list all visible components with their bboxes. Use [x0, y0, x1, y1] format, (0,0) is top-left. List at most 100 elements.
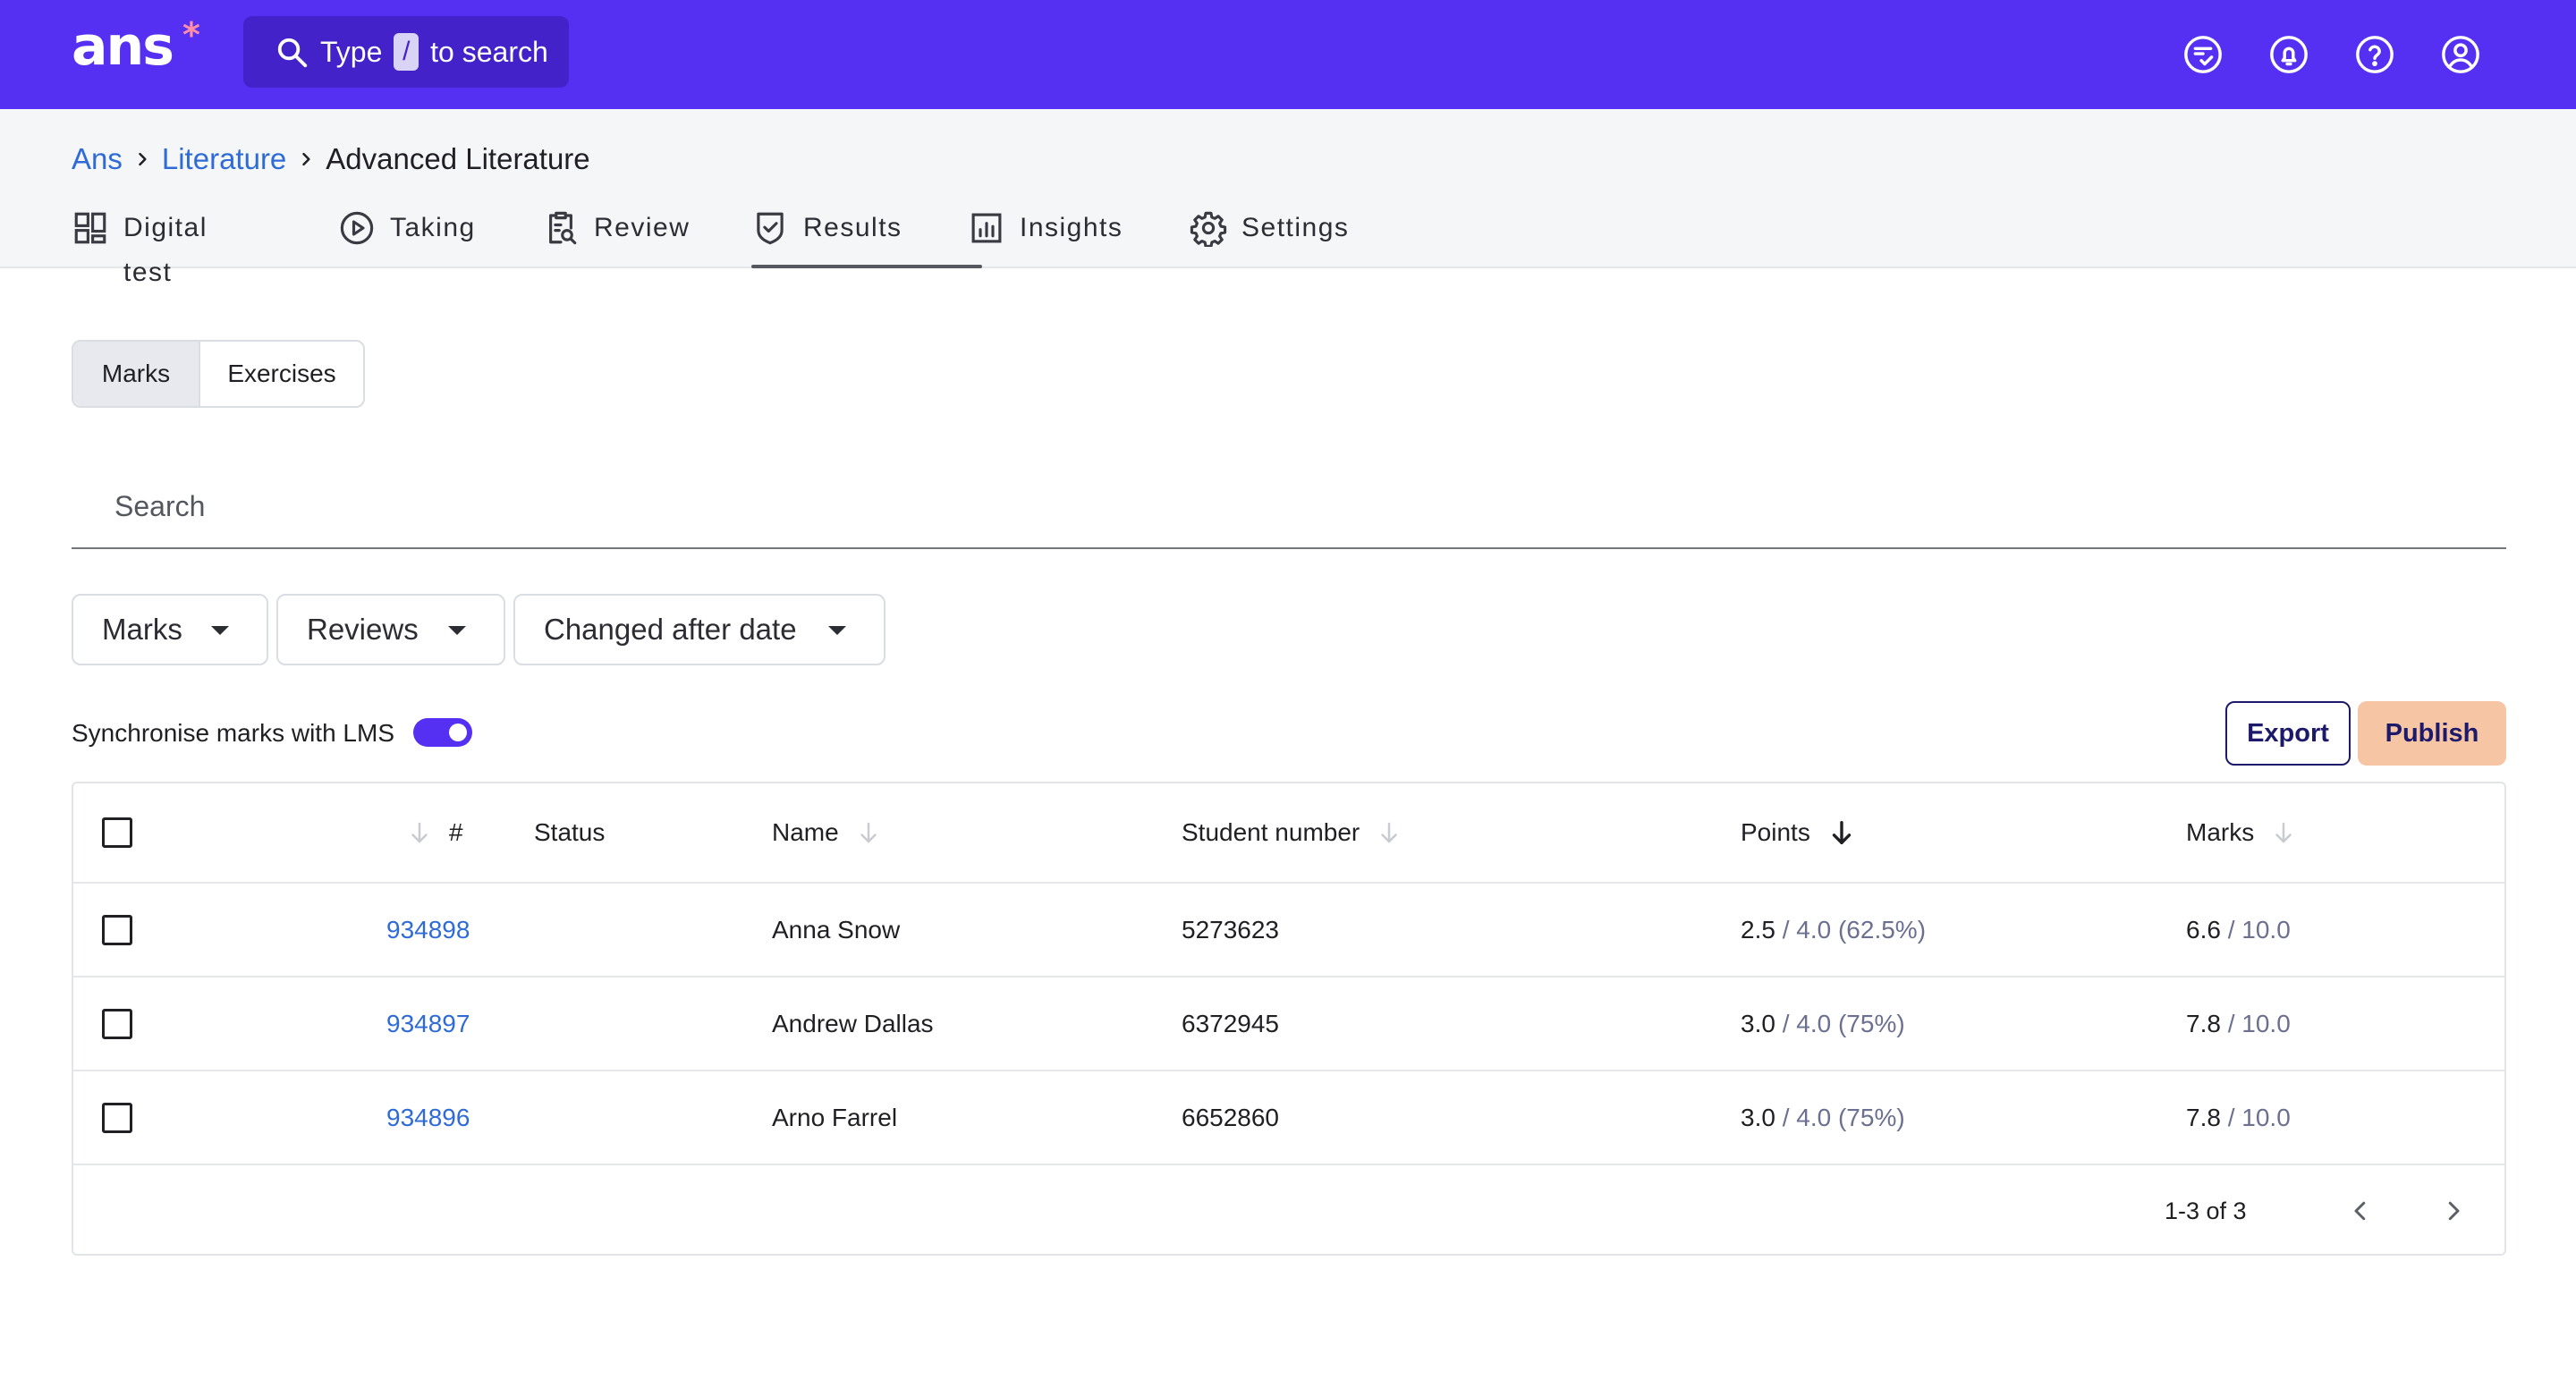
sort-arrow-active-icon	[1826, 817, 1857, 848]
breadcrumb-current: Advanced Literature	[326, 142, 590, 175]
notifications-icon[interactable]	[2268, 34, 2309, 75]
table-row[interactable]: 934897 Andrew Dallas 6372945 3.0 / 4.0 (…	[73, 978, 2504, 1071]
candidate-id-link[interactable]: 934896	[386, 1071, 470, 1164]
candidate-id-link[interactable]: 934898	[386, 884, 470, 976]
points-value: 2.5	[1741, 915, 1775, 944]
row-select-cell	[102, 978, 132, 1070]
table-row[interactable]: 934898 Anna Snow 5273623 2.5 / 4.0 (62.5…	[73, 884, 2504, 978]
caret-down-icon	[211, 626, 229, 635]
gear-icon	[1190, 209, 1227, 247]
row-checkbox[interactable]	[102, 1008, 132, 1039]
search-field	[72, 465, 2506, 549]
name-cell: Arno Farrel	[772, 1103, 898, 1131]
toggle-knob	[449, 724, 467, 741]
student-number-cell: 6372945	[1182, 1009, 1280, 1037]
sort-arrow-icon	[855, 819, 882, 846]
top-bar: ans * Type / to search	[0, 0, 2576, 109]
points-cell: 3.0 / 4.0 (75%)	[1741, 1071, 1905, 1164]
column-label: Marks	[2186, 818, 2255, 846]
points-total: / 4.0 (75%)	[1782, 1009, 1905, 1037]
tab-label: Taking	[390, 213, 476, 242]
row-select-cell	[102, 1071, 132, 1164]
mark-value: 7.8	[2186, 1103, 2221, 1131]
search-hint-prefix: Type	[320, 36, 383, 68]
chevron-right-icon	[286, 150, 326, 168]
column-label: Points	[1741, 818, 1810, 846]
student-number-cell: 6652860	[1182, 1103, 1280, 1131]
bar-chart-icon	[968, 209, 1005, 247]
column-header-id[interactable]: #	[406, 783, 463, 882]
select-all-checkbox[interactable]	[102, 817, 132, 848]
search-icon	[275, 36, 309, 70]
name-cell: Andrew Dallas	[772, 1009, 934, 1037]
student-number-cell: 5273623	[1182, 915, 1280, 944]
account-icon[interactable]	[2440, 34, 2481, 75]
marks-filter-dropdown[interactable]: Marks	[72, 594, 268, 665]
tab-label: Review	[594, 213, 691, 242]
next-page-button[interactable]	[2440, 1198, 2467, 1224]
column-header-student-number[interactable]: Student number	[1182, 783, 1402, 882]
caret-down-icon	[448, 626, 466, 635]
tab-review[interactable]: Review	[542, 206, 690, 268]
tab-results[interactable]: Results	[751, 206, 982, 268]
points-cell: 3.0 / 4.0 (75%)	[1741, 978, 1905, 1070]
reviews-filter-dropdown[interactable]: Reviews	[276, 594, 505, 665]
publish-button[interactable]: Publish	[2358, 701, 2506, 766]
row-select-cell	[102, 884, 132, 976]
segment-exercises[interactable]: Exercises	[200, 342, 363, 406]
points-total: / 4.0 (75%)	[1782, 1103, 1905, 1131]
sub-header: Ans Literature Advanced Literature Digit…	[0, 109, 2576, 287]
mark-value: 6.6	[2186, 915, 2221, 944]
name-cell: Anna Snow	[772, 915, 901, 944]
reviews-icon[interactable]	[2182, 34, 2224, 75]
ans-logo[interactable]: ans *	[72, 15, 206, 73]
tab-settings[interactable]: Settings	[1190, 206, 1349, 268]
chevron-left-icon	[2354, 1201, 2366, 1221]
points-value: 3.0	[1741, 1103, 1775, 1131]
tab-taking[interactable]: Taking	[338, 206, 476, 268]
changed-after-date-filter-dropdown[interactable]: Changed after date	[513, 594, 886, 665]
table-row[interactable]: 934896 Arno Farrel 6652860 3.0 / 4.0 (75…	[73, 1071, 2504, 1165]
chevron-right-icon	[123, 150, 162, 168]
sort-arrow-icon	[406, 819, 433, 846]
row-checkbox[interactable]	[102, 914, 132, 945]
points-cell: 2.5 / 4.0 (62.5%)	[1741, 884, 1926, 976]
mark-total: / 10.0	[2227, 1103, 2291, 1131]
table-pagination: 1-3 of 3	[73, 1165, 2504, 1257]
column-label: Student number	[1182, 818, 1360, 846]
column-label: #	[449, 818, 463, 846]
column-header-name[interactable]: Name	[772, 783, 882, 882]
points-value: 3.0	[1741, 1009, 1775, 1037]
sort-arrow-icon	[1376, 819, 1402, 846]
table-header-row: # Status Name Student number Points Mark…	[73, 783, 2504, 884]
global-search-button[interactable]: Type / to search	[243, 16, 569, 88]
select-all-cell	[102, 783, 132, 882]
tab-digital-test[interactable]: Digital test	[72, 206, 208, 287]
marks-cell: 7.8 / 10.0	[2186, 978, 2291, 1070]
column-header-marks[interactable]: Marks	[2186, 783, 2297, 882]
results-table: # Status Name Student number Points Mark…	[72, 782, 2506, 1256]
candidate-id-link[interactable]: 934897	[386, 978, 470, 1070]
logo-asterisk: *	[182, 15, 200, 55]
chevron-right-icon	[2448, 1201, 2460, 1221]
pagination-count: 1-3 of 3	[2165, 1198, 2247, 1224]
search-input[interactable]	[72, 465, 2506, 547]
tab-label: Insights	[1020, 213, 1123, 242]
breadcrumb-parent[interactable]: Literature	[162, 142, 286, 176]
segment-marks[interactable]: Marks	[73, 342, 200, 406]
sync-lms-label: Synchronise marks with LMS	[72, 719, 395, 747]
breadcrumb-root[interactable]: Ans	[72, 142, 123, 176]
tab-insights[interactable]: Insights	[968, 206, 1123, 268]
mark-total: / 10.0	[2227, 1009, 2291, 1037]
row-checkbox[interactable]	[102, 1102, 132, 1133]
export-button[interactable]: Export	[2225, 701, 2351, 766]
sort-arrow-icon	[2270, 819, 2297, 846]
filter-label: Reviews	[307, 613, 419, 646]
column-label: Status	[534, 818, 606, 846]
help-icon[interactable]	[2354, 34, 2395, 75]
sync-lms-toggle[interactable]	[413, 718, 472, 747]
global-search-hint: Type / to search	[320, 16, 548, 88]
filter-label: Marks	[102, 613, 182, 646]
column-header-points[interactable]: Points	[1741, 783, 1857, 882]
previous-page-button[interactable]	[2347, 1198, 2374, 1224]
